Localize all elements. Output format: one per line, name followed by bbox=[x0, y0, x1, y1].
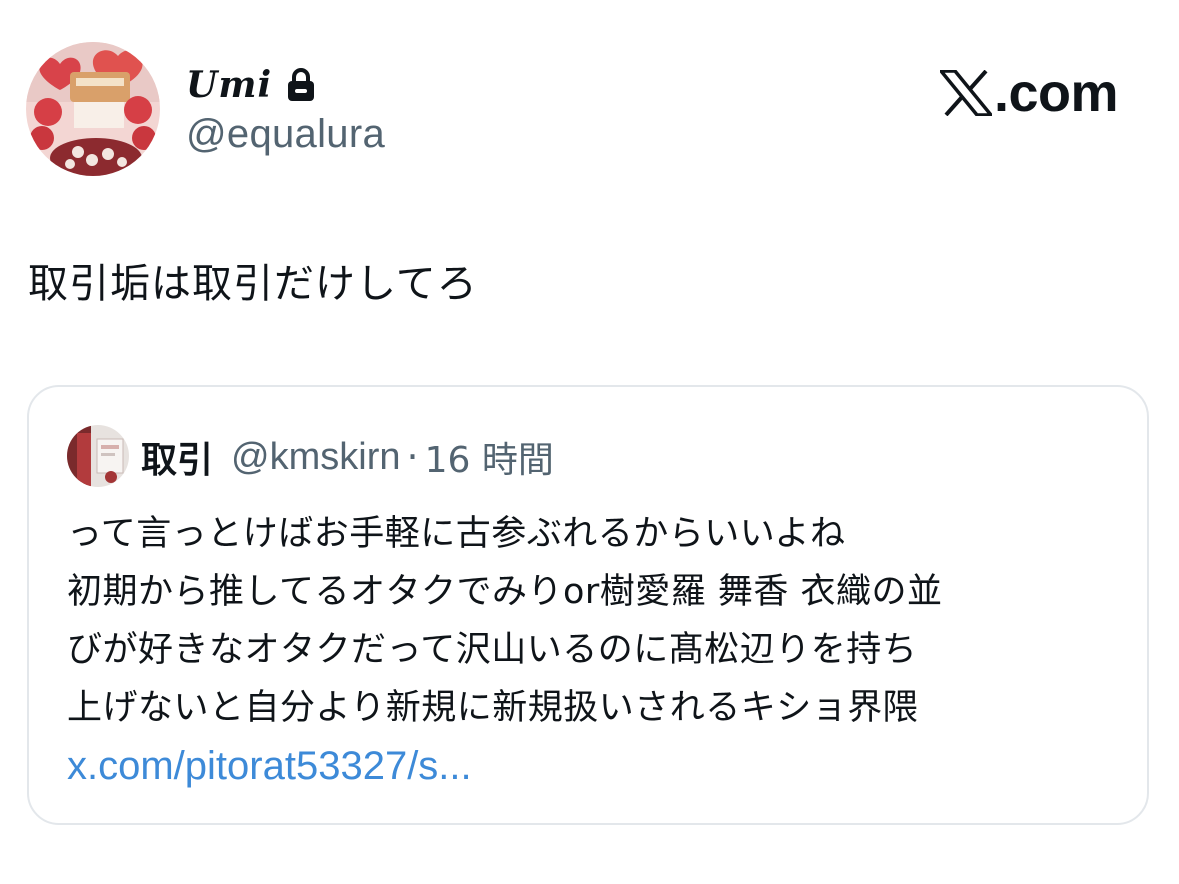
balloon-flower-stand-avatar bbox=[26, 42, 160, 176]
brand[interactable]: .com bbox=[940, 58, 1119, 128]
author-display-name[interactable]: Umi bbox=[186, 64, 272, 106]
quoted-tweet-meta: 取引 @kmskirn · 16 時間 bbox=[141, 429, 554, 485]
author-avatar[interactable] bbox=[26, 42, 160, 176]
quoted-avatar-image bbox=[67, 425, 129, 487]
quoted-text-line: びが好きなオタクだって沢山いるのに髙松辺りを持ち bbox=[67, 630, 918, 670]
quoted-tweet-body: って言っとけばお手軽に古参ぶれるからいいよね 初期から推してるオタクでみりor樹… bbox=[67, 505, 1127, 795]
quoted-text-line: 初期から推してるオタクでみりor樹愛羅 舞香 衣織の並 bbox=[67, 572, 943, 612]
quoted-text-line: 上げないと自分より新規に新規扱いされるキショ界隈 bbox=[67, 688, 919, 728]
author-handle[interactable]: @equalura bbox=[186, 112, 385, 157]
tweet-text: 取引垢は取引だけしてろ bbox=[28, 261, 478, 307]
brand-text: .com bbox=[994, 63, 1119, 123]
lock-icon bbox=[288, 68, 315, 101]
quoted-text-line: って言っとけばお手軽に古参ぶれるからいいよね bbox=[67, 514, 846, 554]
author-name-row: Umi bbox=[186, 60, 316, 110]
quoted-author-avatar[interactable] bbox=[67, 425, 129, 487]
quoted-tweet-time[interactable]: 16 時間 bbox=[425, 431, 554, 483]
quoted-tweet-card[interactable]: 取引 @kmskirn · 16 時間 って言っとけばお手軽に古参ぶれるからいい… bbox=[27, 385, 1149, 825]
quoted-author-handle[interactable]: @kmskirn bbox=[231, 436, 400, 479]
meta-separator: · bbox=[406, 435, 419, 479]
quoted-author-name[interactable]: 取引 bbox=[141, 431, 213, 483]
x-logo-icon bbox=[940, 70, 992, 116]
quoted-tweet-link[interactable]: x.com/pitorat53327/s... bbox=[67, 737, 1127, 795]
